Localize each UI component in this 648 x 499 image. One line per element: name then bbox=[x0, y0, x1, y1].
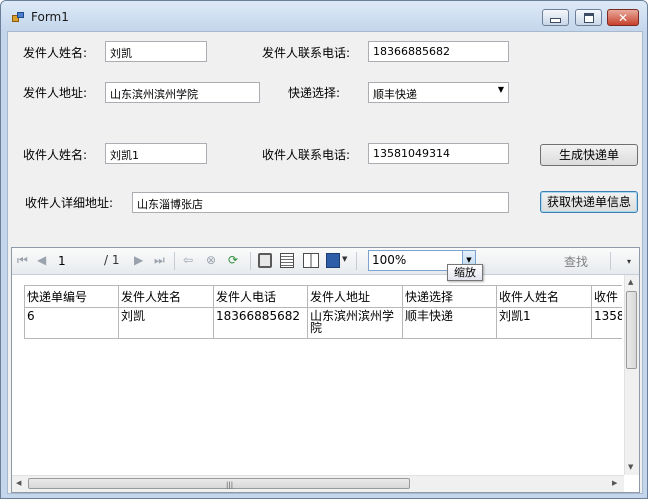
generate-waybill-button[interactable]: 生成快递单 bbox=[540, 144, 638, 166]
courier-select-value: 顺丰快递 bbox=[373, 88, 417, 101]
close-icon: ✕ bbox=[617, 10, 629, 25]
grip-icon: ||| bbox=[226, 481, 234, 489]
maximize-button[interactable] bbox=[575, 9, 602, 26]
export-chevron-down-icon[interactable]: ▼ bbox=[342, 255, 347, 263]
print-layout-icon[interactable] bbox=[280, 253, 294, 268]
print-icon[interactable] bbox=[258, 253, 272, 268]
app-icon bbox=[12, 12, 24, 22]
refresh-icon[interactable]: ⟳ bbox=[228, 253, 238, 267]
column-header: 发件人地址 bbox=[307, 285, 403, 308]
report-viewer: ⏮ ◀ 1 / 1 ▶ ⏭ ⇦ ⊗ ⟳ ▼ 100% ▼ 查找 ▾ 快递单编号 … bbox=[11, 247, 640, 493]
toolbar-overflow-icon[interactable]: ▾ bbox=[627, 257, 631, 266]
zoom-value: 100% bbox=[372, 253, 407, 267]
table-header-row: 快递单编号 发件人姓名 发件人电话 发件人地址 快递选择 收件人姓名 收件 bbox=[24, 285, 622, 308]
previous-page-icon[interactable]: ◀ bbox=[37, 253, 46, 267]
last-page-icon[interactable]: ⏭ bbox=[154, 253, 165, 268]
scroll-up-icon[interactable]: ▲ bbox=[628, 278, 633, 286]
form-client-area: 发件人姓名: 刘凯 发件人联系电话: 18366885682 发件人地址: 山东… bbox=[7, 31, 643, 494]
maximize-icon bbox=[583, 12, 594, 23]
sender-phone-label: 发件人联系电话: bbox=[262, 46, 351, 60]
back-icon[interactable]: ⇦ bbox=[183, 253, 193, 267]
table-cell: 山东滨州滨州学院 bbox=[307, 307, 403, 339]
minimize-button[interactable] bbox=[542, 9, 569, 26]
sender-address-label: 发件人地址: bbox=[23, 86, 88, 100]
horizontal-scroll-thumb[interactable]: ||| bbox=[28, 478, 410, 489]
next-page-icon[interactable]: ▶ bbox=[134, 253, 143, 267]
column-header: 快递选择 bbox=[402, 285, 497, 308]
table-cell: 6 bbox=[24, 307, 119, 339]
courier-select[interactable]: 顺丰快递 ▼ bbox=[368, 82, 509, 103]
page-number-input[interactable]: 1 bbox=[58, 252, 98, 270]
report-table: 快递单编号 发件人姓名 发件人电话 发件人地址 快递选择 收件人姓名 收件 6 … bbox=[24, 285, 622, 341]
column-header: 快递单编号 bbox=[24, 285, 119, 308]
scroll-down-icon[interactable]: ▼ bbox=[628, 463, 633, 471]
column-header: 收件 bbox=[591, 285, 622, 308]
scroll-left-icon[interactable]: ◀ bbox=[16, 479, 21, 487]
receiver-address-field[interactable]: 山东淄博张店 bbox=[132, 192, 509, 213]
chevron-down-icon[interactable]: ▼ bbox=[498, 85, 504, 94]
column-header: 收件人姓名 bbox=[496, 285, 592, 308]
sender-phone-field[interactable]: 18366885682 bbox=[368, 41, 509, 62]
zoom-tooltip: 缩放 bbox=[447, 264, 483, 281]
table-cell: 刘凯 bbox=[118, 307, 214, 339]
column-header: 发件人电话 bbox=[213, 285, 308, 308]
report-toolbar: ⏮ ◀ 1 / 1 ▶ ⏭ ⇦ ⊗ ⟳ ▼ 100% ▼ 查找 ▾ bbox=[12, 248, 639, 275]
courier-label: 快递选择: bbox=[288, 86, 341, 100]
title-bar[interactable]: Form1 ✕ bbox=[1, 1, 647, 31]
receiver-name-field[interactable]: 刘凯1 bbox=[105, 143, 207, 164]
table-cell: 顺丰快递 bbox=[402, 307, 497, 339]
minimize-icon bbox=[550, 17, 561, 23]
table-row: 6 刘凯 18366885682 山东滨州滨州学院 顺丰快递 刘凯1 1358 bbox=[24, 307, 622, 339]
vertical-scroll-thumb[interactable] bbox=[626, 291, 637, 369]
scroll-right-icon[interactable]: ▶ bbox=[612, 479, 617, 487]
sender-name-field[interactable]: 刘凯 bbox=[105, 41, 207, 62]
first-page-icon[interactable]: ⏮ bbox=[17, 253, 28, 268]
page-setup-icon[interactable] bbox=[303, 253, 319, 268]
table-cell: 刘凯1 bbox=[496, 307, 592, 339]
receiver-name-label: 收件人姓名: bbox=[23, 148, 88, 162]
stop-icon[interactable]: ⊗ bbox=[206, 253, 216, 267]
table-cell: 1358 bbox=[591, 307, 622, 339]
export-icon[interactable] bbox=[326, 253, 340, 268]
form1-window: Form1 ✕ 发件人姓名: 刘凯 发件人联系电话: 18366885682 发… bbox=[0, 0, 648, 499]
window-title: Form1 bbox=[31, 10, 69, 24]
table-cell: 18366885682 bbox=[213, 307, 308, 339]
fetch-waybill-info-button[interactable]: 获取快递单信息 bbox=[540, 191, 638, 213]
horizontal-scrollbar[interactable]: ◀ ||| ▶ bbox=[12, 475, 624, 492]
column-header: 发件人姓名 bbox=[118, 285, 214, 308]
find-link[interactable]: 查找 bbox=[564, 253, 588, 270]
sender-name-label: 发件人姓名: bbox=[23, 46, 88, 60]
page-total: / 1 bbox=[104, 253, 120, 267]
sender-address-field[interactable]: 山东滨州滨州学院 bbox=[105, 82, 260, 103]
vertical-scrollbar[interactable]: ▲ ▼ bbox=[624, 275, 639, 475]
close-button[interactable]: ✕ bbox=[607, 9, 639, 26]
receiver-phone-field[interactable]: 13581049314 bbox=[368, 143, 509, 164]
receiver-address-label: 收件人详细地址: bbox=[25, 196, 114, 210]
receiver-phone-label: 收件人联系电话: bbox=[262, 148, 351, 162]
